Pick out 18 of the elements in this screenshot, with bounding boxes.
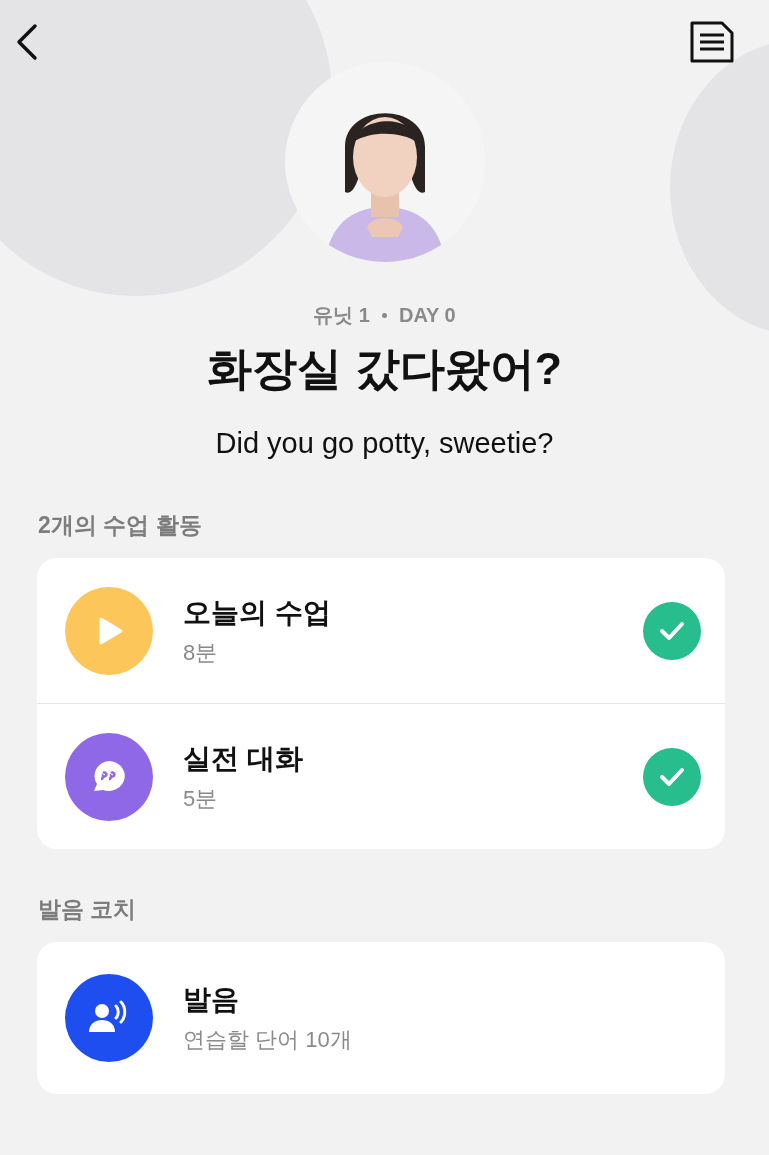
activity-row[interactable]: 실전 대화 5분 (37, 704, 725, 849)
activity-row[interactable]: 오늘의 수업 8분 (37, 558, 725, 704)
section-heading: 2개의 수업 활동 (38, 511, 203, 540)
lesson-title: 화장실 갔다왔어? (207, 342, 562, 396)
section-heading: 발음 코치 (38, 895, 138, 924)
unit-label: 유닛 1 (313, 303, 370, 328)
document-icon[interactable] (689, 20, 735, 64)
lesson-subtitle: Did you go potty, sweetie? (215, 427, 554, 460)
activity-row[interactable]: 발음 연습할 단어 10개 (37, 942, 725, 1094)
separator-dot (382, 313, 387, 318)
activity-detail: 연습할 단어 10개 (183, 1026, 353, 1054)
back-icon[interactable] (14, 23, 40, 61)
activity-title: 발음 (183, 983, 240, 1017)
activity-title: 실전 대화 (183, 741, 304, 776)
activity-detail: 8분 (183, 638, 219, 667)
activity-detail: 5분 (183, 784, 219, 813)
activity-title: 오늘의 수업 (183, 595, 332, 630)
day-label: DAY 0 (399, 304, 456, 327)
